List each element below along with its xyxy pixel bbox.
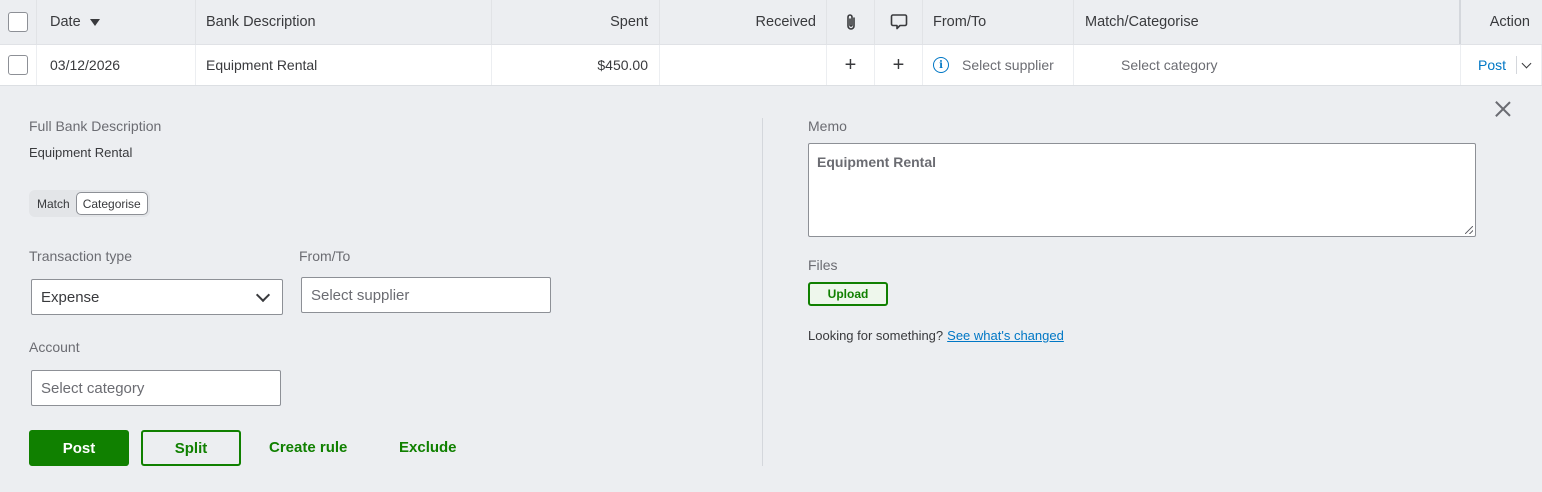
row-checkbox[interactable] (8, 55, 28, 75)
memo-value: Equipment Rental (817, 154, 937, 170)
match-categorise-column-header: Match/Categorise (1074, 0, 1461, 44)
row-select-cell (0, 45, 37, 85)
table-header-row: Date Bank Description Spent Received Fro… (0, 0, 1542, 45)
action-divider (1516, 56, 1518, 74)
memo-label: Memo (808, 118, 847, 134)
row-received (660, 45, 827, 85)
date-column-header[interactable]: Date (37, 0, 196, 44)
memo-textarea[interactable]: Equipment Rental (808, 143, 1476, 237)
row-supplier-placeholder: Select supplier (962, 57, 1054, 73)
account-placeholder: Select category (41, 379, 145, 397)
bank-description-column-header[interactable]: Bank Description (196, 0, 492, 44)
from-to-column-header: From/To (923, 0, 1074, 44)
transaction-type-label: Transaction type (29, 248, 132, 264)
looking-for-something-label: Looking for something? (808, 328, 944, 343)
received-column-header[interactable]: Received (660, 0, 827, 44)
transactions-table: Date Bank Description Spent Received Fro… (0, 0, 1542, 86)
panel-divider (762, 118, 763, 466)
spent-header-label: Spent (610, 14, 648, 30)
transaction-type-select[interactable]: Expense (31, 279, 283, 315)
account-input[interactable]: Select category (31, 370, 281, 406)
categorise-toggle-option[interactable]: Categorise (75, 192, 148, 215)
resize-grip-icon[interactable] (1465, 226, 1473, 234)
post-button[interactable]: Post (29, 430, 129, 466)
from-to-label: From/To (299, 248, 351, 264)
looking-for-something-text: Looking for something? See what's changed (808, 328, 1064, 343)
full-bank-description-label: Full Bank Description (29, 118, 162, 134)
row-from-to-select[interactable]: i Select supplier (923, 45, 1074, 85)
match-categorise-toggle: Match Categorise (29, 190, 150, 217)
match-toggle-option[interactable]: Match (31, 192, 76, 215)
row-category-placeholder: Select category (1121, 57, 1218, 73)
date-header-label: Date (50, 14, 81, 30)
row-date: 03/12/2026 (37, 45, 196, 85)
select-all-checkbox[interactable] (8, 12, 28, 32)
supplier-placeholder: Select supplier (311, 286, 410, 304)
full-bank-description-value: Equipment Rental (29, 145, 133, 160)
action-header-label: Action (1489, 14, 1530, 30)
bank-description-header-label: Bank Description (206, 14, 316, 30)
chevron-down-icon (255, 287, 271, 303)
split-button[interactable]: Split (141, 430, 241, 466)
row-description: Equipment Rental (196, 45, 492, 85)
spent-column-header[interactable]: Spent (492, 0, 660, 44)
row-category-select[interactable]: Select category (1074, 45, 1461, 85)
chevron-down-icon[interactable] (1521, 58, 1532, 68)
paperclip-icon (846, 14, 855, 30)
match-categorise-header-label: Match/Categorise (1085, 14, 1199, 30)
account-label: Account (29, 339, 80, 355)
plus-icon: + (844, 54, 857, 76)
table-row[interactable]: 03/12/2026 Equipment Rental $450.00 + + … (0, 45, 1542, 86)
comment-column-header (875, 0, 923, 44)
sort-descending-icon (89, 18, 100, 26)
received-header-label: Received (755, 14, 816, 30)
row-post-button[interactable]: Post (1478, 57, 1506, 73)
create-rule-link[interactable]: Create rule (269, 439, 347, 456)
attachment-column-header (827, 0, 875, 44)
transaction-detail-panel: Full Bank Description Equipment Rental M… (0, 86, 1542, 492)
close-icon[interactable] (1494, 100, 1512, 118)
files-label: Files (808, 257, 838, 273)
speech-bubble-icon (890, 14, 907, 30)
upload-button[interactable]: Upload (808, 282, 888, 306)
from-to-header-label: From/To (933, 14, 987, 30)
exclude-link[interactable]: Exclude (399, 439, 457, 456)
transaction-type-value: Expense (41, 288, 100, 306)
row-action-cell: Post (1461, 45, 1542, 85)
action-column-header: Action (1461, 0, 1542, 44)
add-attachment-button[interactable]: + (827, 45, 875, 85)
info-icon[interactable]: i (933, 57, 949, 73)
see-whats-changed-link[interactable]: See what's changed (947, 328, 1064, 343)
row-spent: $450.00 (492, 45, 660, 85)
select-all-cell (0, 0, 37, 44)
plus-icon: + (892, 54, 905, 76)
supplier-input[interactable]: Select supplier (301, 277, 551, 313)
add-comment-button[interactable]: + (875, 45, 923, 85)
